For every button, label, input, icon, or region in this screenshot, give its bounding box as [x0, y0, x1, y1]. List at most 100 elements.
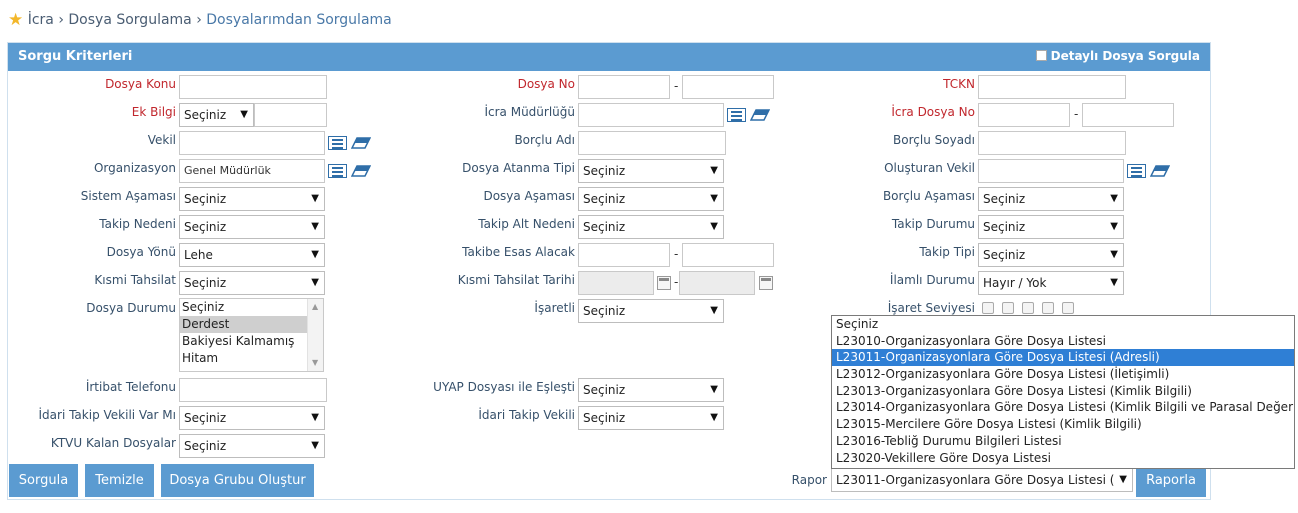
scroll-down-icon[interactable]: ▼ — [312, 358, 318, 367]
takip-tipi-select[interactable]: Seçiniz ▼ — [978, 243, 1124, 267]
list-icon[interactable] — [328, 136, 347, 150]
uyap-dosyasi-select[interactable]: Seçiniz ▼ — [578, 378, 724, 402]
dosya-atanma-tipi-select[interactable]: Seçiniz ▼ — [578, 159, 724, 183]
rapor-option[interactable]: L23014-Organizasyonlara Göre Dosya Liste… — [832, 399, 1294, 416]
icra-dosya-no-from-input[interactable] — [978, 103, 1070, 127]
listbox-option[interactable]: Hitam — [180, 350, 307, 367]
sorgula-button[interactable]: Sorgula — [9, 464, 78, 497]
takibe-esas-alacak-label: Takibe Esas Alacak — [462, 245, 575, 259]
dosya-no-from-input[interactable] — [578, 75, 670, 99]
takip-alt-nedeni-select[interactable]: Seçiniz ▼ — [578, 215, 724, 239]
rapor-option[interactable]: L23010-Organizasyonlara Göre Dosya Liste… — [832, 333, 1294, 350]
rapor-select[interactable]: L23011-Organizasyonlara Göre Dosya Liste… — [831, 468, 1133, 492]
scroll-up-icon[interactable]: ▲ — [312, 302, 318, 311]
isaretli-select[interactable]: Seçiniz ▼ — [578, 299, 724, 323]
dosya-asamasi-select[interactable]: Seçiniz ▼ — [578, 187, 724, 211]
sistem-asamasi-select[interactable]: Seçiniz ▼ — [179, 187, 325, 211]
listbox-option[interactable]: Seçiniz — [180, 299, 307, 316]
takip-nedeni-select[interactable]: Seçiniz ▼ — [179, 215, 325, 239]
ktvu-kalan-dosyalar-select[interactable]: Seçiniz ▼ — [179, 434, 325, 458]
borclu-soyadi-input[interactable] — [978, 131, 1126, 155]
rapor-option[interactable]: L23013-Organizasyonlara Göre Dosya Liste… — [832, 383, 1294, 400]
idari-takip-vekili-var-mi-select[interactable]: Seçiniz ▼ — [179, 406, 325, 430]
vekil-label: Vekil — [147, 133, 176, 147]
isaretli-value: Seçiniz — [583, 304, 626, 318]
kismi-tahsilat-tarihi-from-input[interactable] — [578, 271, 654, 295]
dropdown-arrow-icon: ▼ — [311, 412, 319, 423]
takip-durumu-select[interactable]: Seçiniz ▼ — [978, 215, 1124, 239]
ek-bilgi-input[interactable] — [254, 103, 327, 127]
kismi-tahsilat-tarihi-to-input[interactable] — [679, 271, 755, 295]
ek-bilgi-select[interactable]: Seçiniz ▼ — [179, 103, 254, 127]
dropdown-arrow-icon: ▼ — [311, 277, 319, 288]
breadcrumb-current: Dosyalarımdan Sorgulama — [206, 12, 392, 28]
isaret-seviyesi-checkbox-1[interactable] — [982, 302, 994, 314]
breadcrumb-item-dosya-sorgulama[interactable]: Dosya Sorgulama — [68, 12, 191, 28]
breadcrumb-item-icra[interactable]: İcra — [28, 12, 54, 28]
panel-title: Sorgu Kriterleri — [18, 49, 133, 64]
isaret-seviyesi-checkbox-5[interactable] — [1062, 302, 1074, 314]
eraser-icon[interactable] — [351, 165, 371, 177]
vekil-input[interactable] — [179, 131, 325, 155]
rapor-select-value: L23011-Organizasyonlara Göre Dosya Liste… — [836, 473, 1115, 487]
takip-nedeni-value: Seçiniz — [184, 220, 227, 234]
ilamli-durumu-select[interactable]: Hayır / Yok ▼ — [978, 271, 1124, 295]
takip-alt-nedeni-label: Takip Alt Nedeni — [478, 217, 575, 231]
dosya-grubu-olustur-button[interactable]: Dosya Grubu Oluştur — [161, 464, 314, 497]
rapor-option[interactable]: L23012-Organizasyonlara Göre Dosya Liste… — [832, 366, 1294, 383]
dropdown-arrow-icon: ▼ — [240, 109, 248, 120]
irtibat-telefonu-input[interactable] — [179, 378, 327, 402]
rapor-option[interactable]: L23015-Mercilere Göre Dosya Listesi (Kim… — [832, 416, 1294, 433]
takibe-esas-alacak-to-input[interactable] — [682, 243, 774, 267]
eraser-icon[interactable] — [351, 137, 371, 149]
dosya-durumu-listbox[interactable]: Seçiniz Derdest Bakiyesi Kalmamış Hitam … — [179, 298, 324, 372]
rapor-option[interactable]: L23020-Vekillere Göre Dosya Listesi — [832, 450, 1294, 467]
takip-durumu-label: Takip Durumu — [891, 217, 975, 231]
dosya-konu-input[interactable] — [179, 75, 327, 99]
icra-dosya-no-to-input[interactable] — [1082, 103, 1174, 127]
dropdown-arrow-icon: ▼ — [710, 305, 718, 316]
breadcrumb-separator: › — [58, 12, 64, 28]
idari-takip-vekili-select[interactable]: Seçiniz ▼ — [578, 406, 724, 430]
listbox-scrollbar[interactable]: ▲ ▼ — [307, 299, 323, 371]
organizasyon-input[interactable]: Genel Müdürlük — [179, 159, 325, 183]
organizasyon-label: Organizasyon — [93, 161, 176, 175]
calendar-icon[interactable] — [657, 276, 671, 290]
dosya-no-to-input[interactable] — [682, 75, 774, 99]
eraser-icon[interactable] — [1150, 165, 1170, 177]
takip-nedeni-label: Takip Nedeni — [99, 217, 176, 231]
borclu-asamasi-label: Borçlu Aşaması — [882, 189, 975, 203]
temizle-button[interactable]: Temizle — [85, 464, 154, 497]
list-icon[interactable] — [328, 164, 347, 178]
isaret-seviyesi-checkbox-4[interactable] — [1042, 302, 1054, 314]
eraser-icon[interactable] — [750, 109, 770, 121]
dropdown-arrow-icon: ▼ — [1116, 469, 1127, 491]
listbox-option-selected[interactable]: Derdest — [180, 316, 307, 333]
dropdown-arrow-icon: ▼ — [710, 221, 718, 232]
borclu-asamasi-select[interactable]: Seçiniz ▼ — [978, 187, 1124, 211]
borclu-adi-input[interactable] — [578, 131, 726, 155]
calendar-icon[interactable] — [759, 276, 773, 290]
star-icon[interactable]: ★ — [8, 10, 23, 30]
tckn-input[interactable] — [978, 75, 1126, 99]
idari-takip-vekili-var-mi-label: İdari Takip Vekili Var Mı — [38, 408, 177, 422]
olusturan-vekil-input[interactable] — [978, 159, 1124, 183]
listbox-option[interactable]: Bakiyesi Kalmamış — [180, 333, 307, 350]
detailed-query-checkbox[interactable]: Detaylı Dosya Sorgula — [1035, 49, 1200, 63]
kismi-tahsilat-label: Kısmi Tahsilat — [94, 273, 176, 287]
kismi-tahsilat-select[interactable]: Seçiniz ▼ — [179, 271, 325, 295]
isaret-seviyesi-checkbox-3[interactable] — [1022, 302, 1034, 314]
rapor-dropdown-list[interactable]: Seçiniz L23010-Organizasyonlara Göre Dos… — [831, 315, 1295, 469]
isaret-seviyesi-checkbox-2[interactable] — [1002, 302, 1014, 314]
icra-mudurlugu-input[interactable] — [578, 103, 724, 127]
rapor-option[interactable]: L23016-Tebliğ Durumu Bilgileri Listesi — [832, 433, 1294, 450]
dosya-yonu-select[interactable]: Lehe ▼ — [179, 243, 325, 267]
list-icon[interactable] — [1127, 164, 1146, 178]
list-icon[interactable] — [727, 108, 746, 122]
checkbox-icon[interactable] — [1035, 50, 1047, 61]
takibe-esas-alacak-from-input[interactable] — [578, 243, 670, 267]
range-dash: - — [674, 247, 679, 261]
rapor-option-highlighted[interactable]: L23011-Organizasyonlara Göre Dosya Liste… — [832, 349, 1294, 367]
dropdown-arrow-icon: ▼ — [311, 193, 319, 204]
rapor-option[interactable]: Seçiniz — [832, 316, 1294, 333]
